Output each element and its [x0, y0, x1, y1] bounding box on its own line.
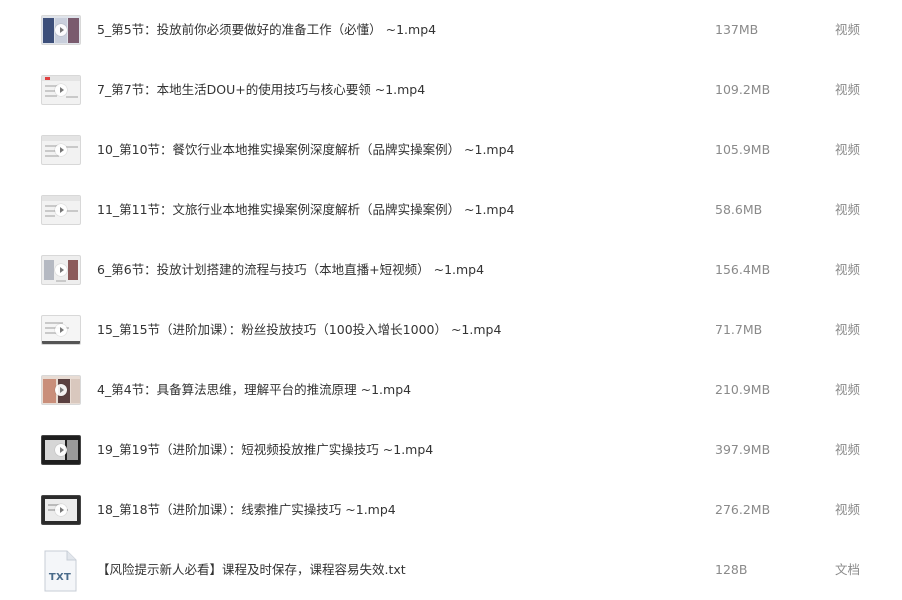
file-list: 5_第5节：投放前你必须要做好的准备工作（必懂） ~1.mp4 137MB 视频… [0, 0, 902, 596]
file-size: 109.2MB [715, 82, 771, 97]
file-size: 137MB [715, 22, 759, 37]
file-row[interactable]: 5_第5节：投放前你必须要做好的准备工作（必懂） ~1.mp4 137MB 视频 [0, 0, 902, 60]
file-row[interactable]: 4_第4节：具备算法思维，理解平台的推流原理 ~1.mp4 210.9MB 视频 [0, 360, 902, 420]
file-size: 58.6MB [715, 202, 763, 217]
video-thumbnail-icon[interactable] [41, 15, 81, 45]
file-name[interactable]: 7_第7节：本地生活DOU+的使用技巧与核心要领 ~1.mp4 [97, 60, 425, 120]
file-name[interactable]: 4_第4节：具备算法思维，理解平台的推流原理 ~1.mp4 [97, 360, 411, 420]
file-type: 视频 [835, 202, 861, 217]
file-size: 397.9MB [715, 442, 771, 457]
file-size: 156.4MB [715, 262, 771, 277]
file-row[interactable]: 18_第18节（进阶加课）：线索推广实操技巧 ~1.mp4 276.2MB 视频 [0, 480, 902, 540]
file-row[interactable]: 15_第15节（进阶加课）：粉丝投放技巧（100投入增长1000） ~1.mp4… [0, 300, 902, 360]
file-type: 视频 [835, 442, 861, 457]
file-type: 视频 [835, 262, 861, 277]
video-thumbnail-icon[interactable] [41, 195, 81, 225]
video-thumbnail-icon[interactable] [41, 75, 81, 105]
file-type: 视频 [835, 322, 861, 337]
video-thumbnail-icon[interactable] [41, 255, 81, 285]
file-size: 71.7MB [715, 322, 763, 337]
file-name[interactable]: 19_第19节（进阶加课）：短视频投放推广实操技巧 ~1.mp4 [97, 420, 433, 480]
file-name[interactable]: 6_第6节：投放计划搭建的流程与技巧（本地直播+短视频） ~1.mp4 [97, 240, 484, 300]
file-type: 视频 [835, 502, 861, 517]
file-type: 视频 [835, 142, 861, 157]
file-name[interactable]: 10_第10节：餐饮行业本地推实操案例深度解析（品牌实操案例） ~1.mp4 [97, 120, 515, 180]
file-row[interactable]: 19_第19节（进阶加课）：短视频投放推广实操技巧 ~1.mp4 397.9MB… [0, 420, 902, 480]
file-row[interactable]: 10_第10节：餐饮行业本地推实操案例深度解析（品牌实操案例） ~1.mp4 1… [0, 120, 902, 180]
video-thumbnail-icon[interactable] [41, 135, 81, 165]
file-type: 视频 [835, 382, 861, 397]
file-row[interactable]: 6_第6节：投放计划搭建的流程与技巧（本地直播+短视频） ~1.mp4 156.… [0, 240, 902, 300]
file-size: 128B [715, 562, 748, 577]
file-size: 210.9MB [715, 382, 771, 397]
file-name[interactable]: 11_第11节：文旅行业本地推实操案例深度解析（品牌实操案例） ~1.mp4 [97, 180, 515, 240]
video-thumbnail-icon[interactable] [41, 315, 81, 345]
file-name[interactable]: 5_第5节：投放前你必须要做好的准备工作（必懂） ~1.mp4 [97, 0, 436, 60]
file-row[interactable]: TXT 【风险提示新人必看】课程及时保存，课程容易失效.txt 128B 文档 [0, 540, 902, 600]
video-thumbnail-icon[interactable] [41, 375, 81, 405]
file-type: 视频 [835, 22, 861, 37]
video-thumbnail-icon[interactable] [41, 495, 81, 525]
file-row[interactable]: 11_第11节：文旅行业本地推实操案例深度解析（品牌实操案例） ~1.mp4 5… [0, 180, 902, 240]
file-name[interactable]: 15_第15节（进阶加课）：粉丝投放技巧（100投入增长1000） ~1.mp4 [97, 300, 501, 360]
file-name[interactable]: 【风险提示新人必看】课程及时保存，课程容易失效.txt [97, 540, 406, 600]
file-size: 105.9MB [715, 142, 771, 157]
video-thumbnail-icon[interactable] [41, 435, 81, 465]
file-name[interactable]: 18_第18节（进阶加课）：线索推广实操技巧 ~1.mp4 [97, 480, 396, 540]
file-size: 276.2MB [715, 502, 771, 517]
file-row[interactable]: 7_第7节：本地生活DOU+的使用技巧与核心要领 ~1.mp4 109.2MB … [0, 60, 902, 120]
txt-file-icon[interactable]: TXT [43, 550, 77, 592]
file-type: 文档 [835, 562, 861, 577]
txt-icon-label: TXT [48, 572, 72, 583]
file-type: 视频 [835, 82, 861, 97]
